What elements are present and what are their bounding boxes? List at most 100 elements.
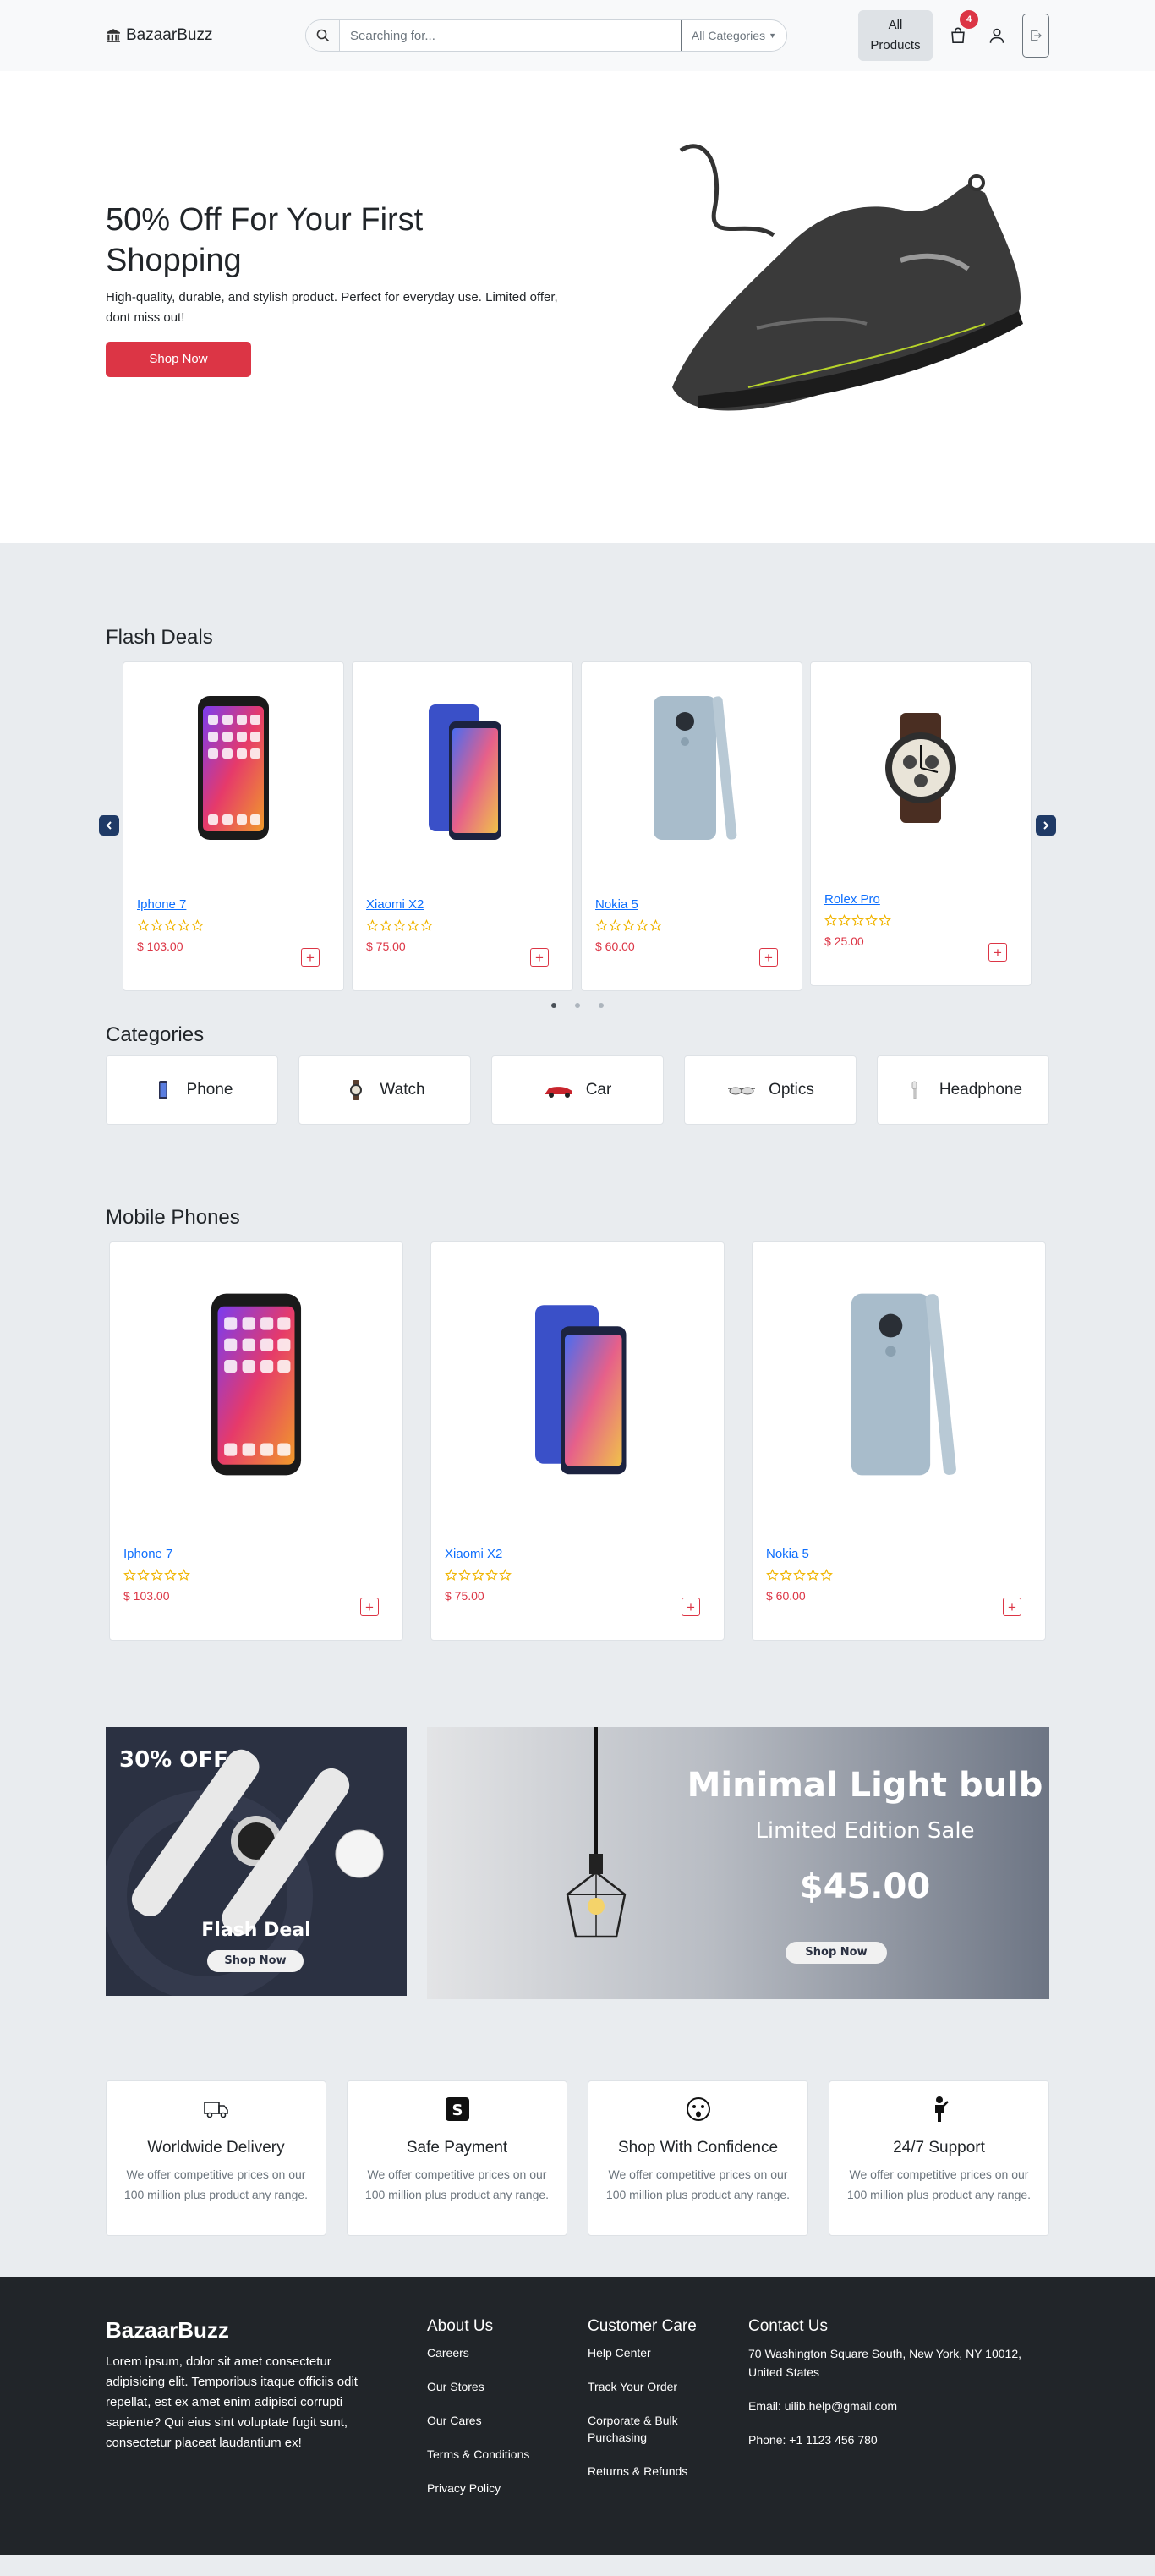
feature-safe-payment: S Safe Payment We offer competitive pric… [347,2080,567,2236]
logout-button[interactable] [1022,14,1049,58]
plus-icon: + [764,949,773,966]
iphone-image [211,1293,302,1476]
star-outline-icon [164,1569,177,1581]
carousel-prev-button[interactable] [99,815,119,836]
product-name-link[interactable]: Xiaomi X2 [445,1547,502,1561]
search-input[interactable] [340,28,681,43]
payment-icon: S [445,2097,469,2121]
star-outline-icon [366,919,379,931]
carousel-dot[interactable] [599,1003,604,1008]
carousel-dot[interactable] [575,1003,580,1008]
star-outline-icon [793,1569,806,1581]
product-name-link[interactable]: Rolex Pro [824,892,880,907]
support-person-icon [934,2096,949,2122]
truck-icon [203,2102,228,2118]
feature-text: We offer competitive prices on our 100 m… [123,2168,309,2201]
add-to-cart-button[interactable]: + [360,1598,379,1616]
star-outline-icon [609,919,621,931]
watch-promo-banner[interactable]: 30% OFF Flash Deal Shop Now [106,1727,407,1996]
category-label: Phone [186,1081,233,1099]
chevron-left-icon [106,821,112,830]
cart-count-badge: 4 [960,10,978,29]
carousel-next-button[interactable] [1036,815,1056,836]
hero-title: 50% Off For Your First Shopping [106,200,562,281]
add-to-cart-button[interactable]: + [301,948,320,967]
site-footer: BazaarBuzz Lorem ipsum, dolor sit amet c… [0,2277,1155,2555]
brand-logo[interactable]: BazaarBuzz [106,26,305,45]
footer-link-our-stores[interactable]: Our Stores [427,2378,588,2395]
bulb-promo-shop-now-button[interactable]: Shop Now [786,1942,887,1964]
svg-text:S: S [452,2102,463,2119]
rating-stars [366,919,433,932]
all-products-line1: All [888,18,903,32]
product-price: $ 75.00 [366,940,406,953]
carousel-dot[interactable] [551,1003,556,1008]
footer-link-our-cares[interactable]: Our Cares [427,2412,588,2429]
feature-text: We offer competitive prices on our 100 m… [605,2168,791,2201]
footer-address: 70 Washington Square South, New York, NY… [748,2347,1021,2379]
all-products-button[interactable]: All Products [858,10,933,61]
footer-link-terms[interactable]: Terms & Conditions [427,2446,588,2463]
footer-contact-title: Contact Us [748,2317,828,2335]
star-outline-icon [137,919,150,931]
add-to-cart-button[interactable]: + [530,948,549,967]
product-card[interactable]: Rolex Pro $ 25.00 + [810,661,1032,986]
product-card[interactable]: Nokia 5 $ 60.00 + [752,1241,1046,1641]
feature-shop-with-confidence: Shop With Confidence We offer competitiv… [588,2080,808,2236]
footer-link-careers[interactable]: Careers [427,2344,588,2361]
footer-link-privacy[interactable]: Privacy Policy [427,2480,588,2497]
product-card[interactable]: Xiaomi X2 $ 75.00 + [430,1241,725,1641]
footer-phone: Phone: +1 1123 456 780 [748,2433,878,2447]
category-phone[interactable]: Phone [106,1055,278,1125]
product-card[interactable]: Iphone 7 $ 103.00 + [109,1241,403,1641]
category-label: Watch [380,1081,425,1099]
product-name-link[interactable]: Nokia 5 [766,1547,809,1561]
star-outline-icon [824,914,837,926]
footer-link-corporate-bulk[interactable]: Corporate & Bulk Purchasing [588,2412,706,2446]
watch-promo-shop-now-button[interactable]: Shop Now [207,1950,304,1972]
star-outline-icon [807,1569,819,1581]
feature-worldwide-delivery: Worldwide Delivery We offer competitive … [106,2080,326,2236]
footer-about-title: About Us [427,2317,494,2335]
hero-banner: 50% Off For Your First Shopping High-qual… [0,71,1155,543]
star-outline-icon [879,914,891,926]
add-to-cart-button[interactable]: + [759,948,778,967]
category-select-label: All Categories [691,29,766,42]
product-name-link[interactable]: Iphone 7 [123,1547,172,1561]
footer-link-help-center[interactable]: Help Center [588,2344,748,2361]
add-to-cart-button[interactable]: + [988,943,1007,962]
category-car[interactable]: Car [491,1055,664,1125]
watch-icon [350,1080,363,1100]
product-card[interactable]: Iphone 7 $ 103.00 + [123,661,344,991]
category-select[interactable]: All Categories ▼ [680,20,786,51]
rating-stars [445,1569,512,1581]
star-outline-icon [780,1569,792,1581]
product-name-link[interactable]: Xiaomi X2 [366,897,424,912]
category-watch[interactable]: Watch [298,1055,471,1125]
bulb-promo-banner[interactable]: Minimal Light bulb Limited Edition Sale … [427,1727,1049,1999]
product-name-link[interactable]: Nokia 5 [595,897,638,912]
product-card[interactable]: Xiaomi X2 $ 75.00 + [352,661,573,991]
footer-link-returns[interactable]: Returns & Refunds [588,2463,748,2480]
product-price: $ 60.00 [595,940,635,953]
search-icon[interactable] [306,20,340,51]
footer-link-track-order[interactable]: Track Your Order [588,2378,748,2395]
category-optics[interactable]: Optics [684,1055,857,1125]
category-headphone[interactable]: Headphone [877,1055,1049,1125]
hero-shop-now-button[interactable]: Shop Now [106,342,251,377]
add-to-cart-button[interactable]: + [1003,1598,1021,1616]
product-card[interactable]: Nokia 5 $ 60.00 + [581,661,802,991]
category-label: Headphone [939,1081,1023,1099]
footer-care-title: Customer Care [588,2317,697,2335]
feature-title: 24/7 Support [893,2139,985,2157]
star-outline-icon [380,919,392,931]
feature-title: Shop With Confidence [617,2139,779,2157]
flash-deal-title: Flash Deal [201,1920,311,1941]
star-outline-icon [820,1569,833,1581]
account-button[interactable] [983,22,1010,49]
add-to-cart-button[interactable]: + [682,1598,700,1616]
product-name-link[interactable]: Iphone 7 [137,897,186,912]
cart-button[interactable]: 4 [944,10,978,49]
footer-brand[interactable]: BazaarBuzz [106,2317,427,2343]
discount-label: 30% OFF [119,1747,228,1773]
